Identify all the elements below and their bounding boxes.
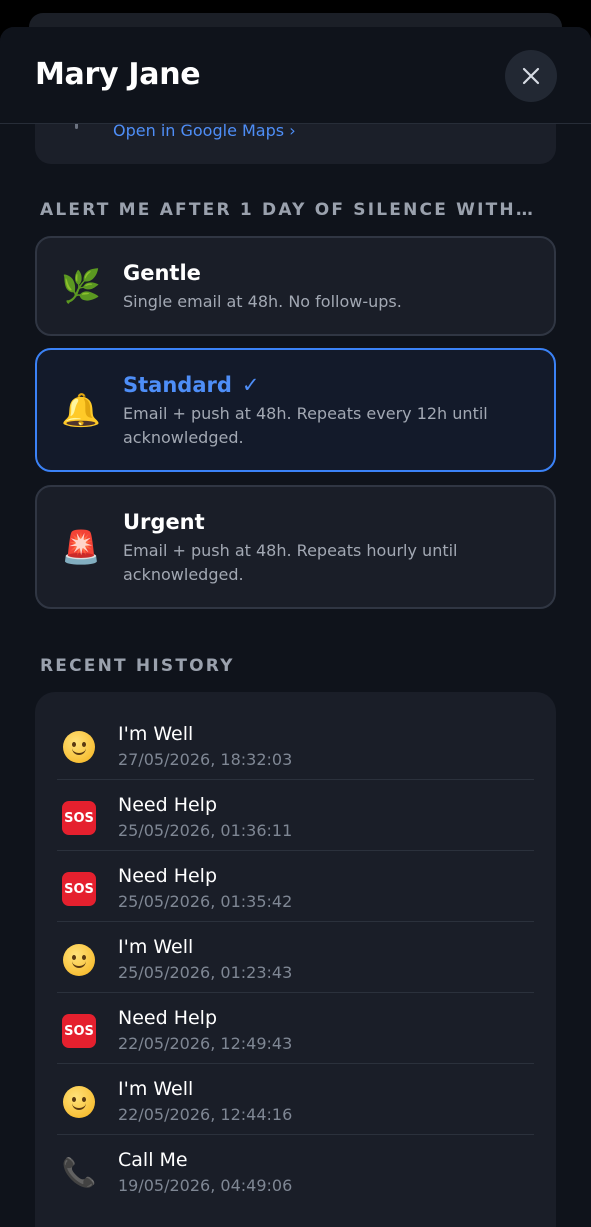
list-item[interactable]: I'm Well 27/05/2026, 18:32:03 bbox=[57, 709, 534, 780]
history-timestamp: 22/05/2026, 12:49:43 bbox=[118, 1034, 293, 1053]
list-item[interactable]: I'm Well 22/05/2026, 12:44:16 bbox=[57, 1064, 534, 1135]
history-timestamp: 27/05/2026, 18:32:03 bbox=[118, 750, 293, 769]
history-title: I'm Well bbox=[118, 1078, 194, 1100]
alert-option-urgent[interactable]: 🚨 Urgent Email + push at 48h. Repeats ho… bbox=[35, 485, 556, 609]
alert-option-standard[interactable]: 🔔 Standard ✓ Email + push at 48h. Repeats… bbox=[35, 348, 556, 472]
phone-icon: 📞 bbox=[61, 1156, 97, 1189]
history-timestamp: 22/05/2026, 12:44:16 bbox=[118, 1105, 293, 1124]
sos-icon: SOS bbox=[61, 800, 97, 836]
bell-icon: 🔔 bbox=[61, 391, 101, 429]
checkmark-icon: ✓ bbox=[241, 373, 260, 397]
option-title: Standard bbox=[123, 373, 232, 397]
history-section-label: RECENT HISTORY bbox=[40, 656, 235, 676]
history-timestamp: 25/05/2026, 01:23:43 bbox=[118, 963, 293, 982]
list-item[interactable]: I'm Well 25/05/2026, 01:23:43 bbox=[57, 922, 534, 993]
close-button[interactable] bbox=[505, 50, 557, 102]
smile-icon bbox=[61, 942, 97, 978]
history-title: I'm Well bbox=[118, 723, 194, 745]
option-title: Gentle bbox=[123, 261, 201, 285]
sos-icon: SOS bbox=[61, 871, 97, 907]
option-title-row: Standard ✓ bbox=[123, 373, 260, 397]
history-list: I'm Well 27/05/2026, 18:32:03 SOS Need H… bbox=[35, 692, 556, 1227]
close-icon bbox=[522, 67, 540, 85]
smile-icon bbox=[61, 729, 97, 765]
smile-icon bbox=[61, 1084, 97, 1120]
history-timestamp: 19/05/2026, 04:49:06 bbox=[118, 1176, 293, 1195]
page-title: Mary Jane bbox=[35, 57, 201, 92]
sheet-header: Mary Jane bbox=[0, 27, 591, 124]
list-item[interactable]: SOS Need Help 25/05/2026, 01:35:42 bbox=[57, 851, 534, 922]
option-description: Single email at 48h. No follow-ups. bbox=[123, 292, 402, 311]
list-item[interactable]: 📞 Call Me 19/05/2026, 04:49:06 bbox=[57, 1135, 534, 1206]
option-description: Email + push at 48h. Repeats hourly unti… bbox=[123, 541, 458, 584]
alert-option-gentle[interactable]: 🌿 Gentle Single email at 48h. No follow-… bbox=[35, 236, 556, 336]
sos-icon: SOS bbox=[61, 1013, 97, 1049]
list-item[interactable]: SOS Need Help 25/05/2026, 01:36:11 bbox=[57, 780, 534, 851]
herb-icon: 🌿 bbox=[61, 267, 101, 305]
contact-detail-sheet: Mary Jane Open in Google Maps › ALERT ME… bbox=[0, 27, 591, 1227]
history-title: Need Help bbox=[118, 1007, 218, 1029]
list-item[interactable]: SOS Need Help 22/05/2026, 12:49:43 bbox=[57, 993, 534, 1064]
option-title: Urgent bbox=[123, 510, 205, 534]
history-timestamp: 25/05/2026, 01:35:42 bbox=[118, 892, 293, 911]
siren-icon: 🚨 bbox=[61, 528, 101, 566]
history-timestamp: 25/05/2026, 01:36:11 bbox=[118, 821, 293, 840]
history-title: Call Me bbox=[118, 1149, 188, 1171]
history-title: Need Help bbox=[118, 794, 218, 816]
history-title: Need Help bbox=[118, 865, 218, 887]
history-title: I'm Well bbox=[118, 936, 194, 958]
alert-section-label: ALERT ME AFTER 1 DAY OF SILENCE WITH… bbox=[40, 200, 536, 220]
option-description: Email + push at 48h. Repeats every 12h u… bbox=[123, 404, 488, 447]
